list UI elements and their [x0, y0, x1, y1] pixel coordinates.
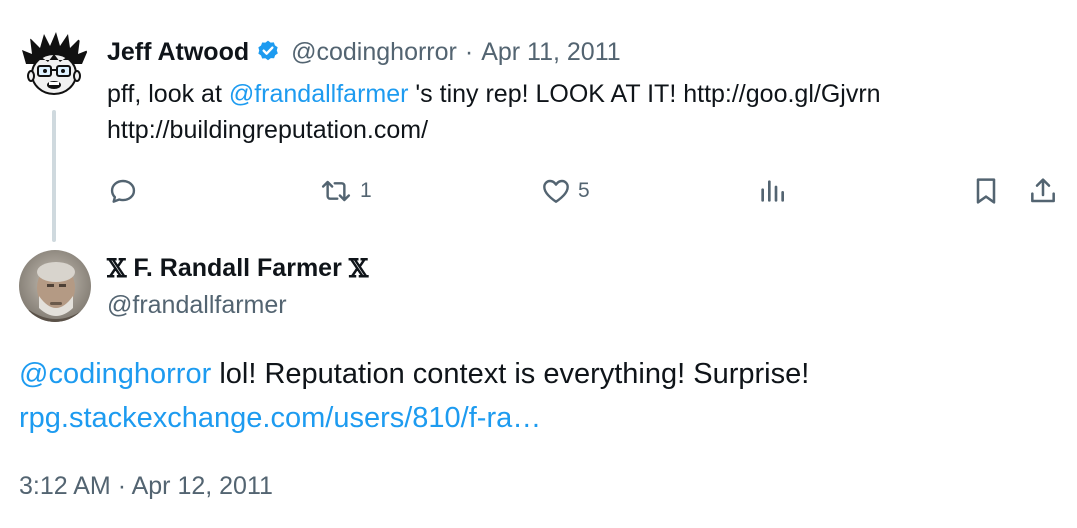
- main-tweet-text: @codinghorror lol! Reputation context is…: [19, 352, 1059, 440]
- reply-button[interactable]: [107, 173, 139, 209]
- tweet-time: 3:12 AM: [19, 472, 111, 500]
- parent-tweet-header: Jeff Atwood @codinghorror · Apr 11, 2011: [107, 34, 621, 70]
- jeff-atwood-avatar[interactable]: [18, 30, 90, 102]
- analytics-icon: [761, 180, 784, 202]
- views-button[interactable]: [756, 173, 788, 209]
- retweet-button[interactable]: 1: [318, 173, 372, 209]
- x-logo-suffix: 𝕏: [348, 253, 369, 283]
- separator-dot: ·: [117, 472, 127, 500]
- mention-link[interactable]: @frandallfarmer: [229, 80, 409, 108]
- share-icon: [1031, 178, 1055, 203]
- retweet-count: 1: [360, 179, 372, 202]
- tweet-date: Apr 12, 2011: [131, 472, 273, 500]
- x-logo-prefix: 𝕏: [107, 253, 127, 283]
- tweet-text-start: pff, look at: [107, 80, 229, 108]
- tweet-text: lol! Reputation context is everything! S…: [211, 358, 810, 390]
- mention-link[interactable]: @codinghorror: [19, 358, 211, 390]
- verified-badge-icon[interactable]: [255, 39, 281, 65]
- author-name[interactable]: Jeff Atwood: [107, 38, 249, 67]
- separator-dot: ·: [464, 37, 474, 66]
- thread-connector-line: [52, 110, 56, 242]
- heart-icon: [543, 179, 569, 203]
- author-name: F. Randall Farmer: [133, 253, 342, 282]
- tweet-date[interactable]: Apr 11, 2011: [481, 38, 620, 67]
- like-button[interactable]: 5: [540, 173, 590, 209]
- retweet-icon: [321, 180, 351, 202]
- main-tweet-header[interactable]: 𝕏 F. Randall Farmer 𝕏: [107, 250, 368, 286]
- tweet-timestamp[interactable]: 3:12 AM · Apr 12, 2011: [19, 468, 273, 504]
- cartoon-avatar-icon: [18, 30, 90, 102]
- reply-icon: [110, 179, 136, 203]
- bookmark-button[interactable]: [970, 173, 1002, 209]
- like-count: 5: [578, 179, 590, 202]
- photo-avatar-icon: [19, 250, 91, 322]
- randall-farmer-avatar[interactable]: [19, 250, 91, 322]
- author-handle[interactable]: @frandallfarmer: [107, 287, 287, 323]
- bookmark-icon: [976, 178, 996, 204]
- share-button[interactable]: [1027, 173, 1059, 209]
- url-link[interactable]: rpg.stackexchange.com/users/810/f-ra…: [19, 402, 541, 434]
- author-handle[interactable]: @codinghorror: [291, 38, 457, 67]
- parent-tweet-text: pff, look at @frandallfarmer 's tiny rep…: [107, 76, 1057, 148]
